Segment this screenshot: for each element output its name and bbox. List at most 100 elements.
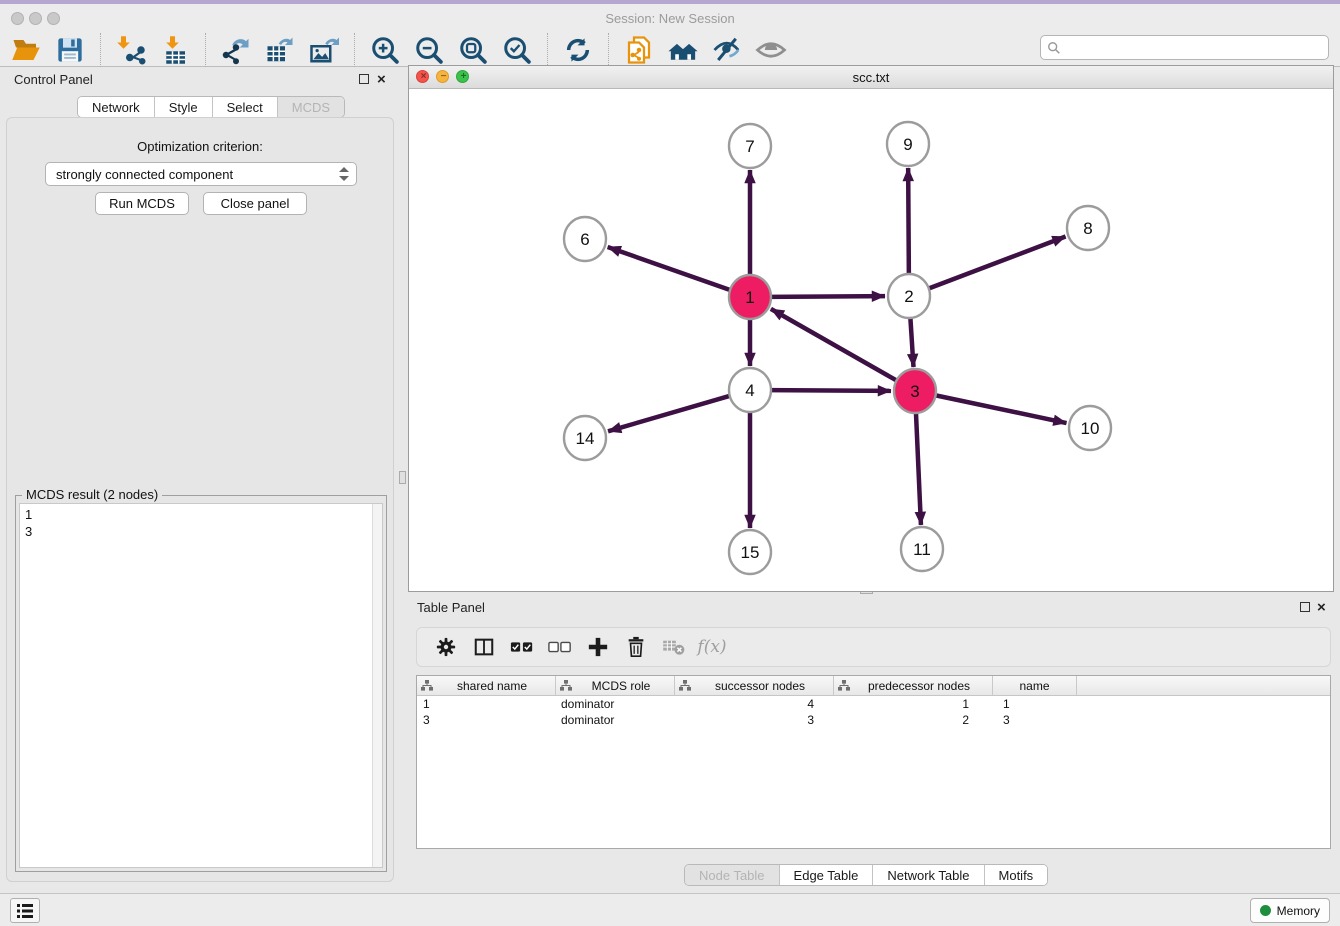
- graph-edge-4-14[interactable]: [608, 396, 731, 432]
- column-header-name[interactable]: name: [993, 676, 1077, 695]
- graph-node-label: 2: [904, 287, 913, 306]
- export-image-icon: [309, 35, 339, 65]
- toolbar-separator: [547, 33, 548, 67]
- graph-node-10[interactable]: 10: [1069, 406, 1111, 450]
- memory-button[interactable]: Memory: [1250, 898, 1330, 923]
- task-history-button[interactable]: [10, 898, 40, 923]
- table-panel-tabs: Node Table Edge Table Network Table Moti…: [684, 864, 1048, 886]
- select-all-checkboxes-button[interactable]: [507, 633, 537, 661]
- eye-icon: [755, 35, 787, 65]
- main-toolbar: [4, 30, 793, 70]
- open-session-button[interactable]: [9, 33, 43, 67]
- import-network-button[interactable]: [114, 33, 148, 67]
- zoom-fit-button[interactable]: [456, 33, 490, 67]
- mcds-result-textarea[interactable]: 1 3: [19, 503, 383, 868]
- toolbar-separator: [100, 33, 101, 67]
- network-window-titlebar[interactable]: × − + scc.txt: [409, 66, 1333, 89]
- table-panel-close-icon[interactable]: ×: [1317, 602, 1326, 614]
- tab-mcds[interactable]: MCDS: [278, 97, 344, 117]
- run-mcds-button[interactable]: Run MCDS: [95, 192, 189, 215]
- export-image-button[interactable]: [307, 33, 341, 67]
- graph-node-label: 15: [741, 543, 760, 562]
- vertical-splitter-handle[interactable]: [399, 471, 406, 484]
- graph-node-1[interactable]: 1: [729, 275, 771, 319]
- table-header-row: shared name MCDS role successor nodes pr…: [417, 676, 1330, 696]
- delete-columns-button[interactable]: [621, 633, 651, 661]
- tab-node-table[interactable]: Node Table: [685, 865, 780, 885]
- graph-edge-3-1[interactable]: [771, 309, 898, 381]
- graph-node-4[interactable]: 4: [729, 368, 771, 412]
- graph-node-2[interactable]: 2: [888, 274, 930, 318]
- graph-edge-1-6[interactable]: [608, 247, 731, 290]
- search-box[interactable]: [1040, 35, 1329, 60]
- tab-style[interactable]: Style: [155, 97, 213, 117]
- graph-edge-1-2[interactable]: [770, 296, 885, 297]
- zoom-in-icon: [370, 35, 400, 65]
- graph-edge-3-11[interactable]: [916, 411, 921, 525]
- zoom-in-button[interactable]: [368, 33, 402, 67]
- export-network-button[interactable]: [219, 33, 253, 67]
- tab-network[interactable]: Network: [78, 97, 155, 117]
- graph-node-label: 6: [580, 230, 589, 249]
- clone-network-button[interactable]: [622, 33, 656, 67]
- graph-node-8[interactable]: 8: [1067, 206, 1109, 250]
- table-row[interactable]: 1 dominator 4 1 1: [417, 696, 1330, 712]
- tab-edge-table[interactable]: Edge Table: [780, 865, 874, 885]
- trash-icon: [626, 636, 646, 658]
- graph-edge-2-8[interactable]: [928, 237, 1066, 289]
- table-panel-float-icon[interactable]: [1300, 602, 1310, 612]
- column-header-shared-name[interactable]: shared name: [417, 676, 556, 695]
- import-table-icon: [160, 35, 190, 65]
- graph-node-label: 1: [745, 288, 754, 307]
- function-builder-button[interactable]: f(x): [697, 633, 727, 661]
- export-table-icon: [265, 35, 295, 65]
- dropdown-stepper-icon: [338, 166, 350, 182]
- deselect-checkboxes-button[interactable]: [545, 633, 575, 661]
- graph-edge-2-9[interactable]: [908, 168, 909, 276]
- zoom-out-button[interactable]: [412, 33, 446, 67]
- tab-network-table[interactable]: Network Table: [873, 865, 984, 885]
- cell-name: 3: [993, 713, 1077, 727]
- tab-motifs[interactable]: Motifs: [985, 865, 1048, 885]
- tab-select[interactable]: Select: [213, 97, 278, 117]
- split-panel-button[interactable]: [469, 633, 499, 661]
- result-line: 3: [25, 523, 32, 540]
- cell-predecessor-nodes: 1: [834, 697, 993, 711]
- column-header-successor-nodes[interactable]: successor nodes: [675, 676, 834, 695]
- graph-node-15[interactable]: 15: [729, 530, 771, 574]
- network-canvas[interactable]: 7 9 6 8 1 2 4 3 14 10 15 11: [409, 89, 1333, 591]
- graph-node-7[interactable]: 7: [729, 124, 771, 168]
- import-table-button[interactable]: [158, 33, 192, 67]
- graph-node-14[interactable]: 14: [564, 416, 606, 460]
- search-input[interactable]: [1065, 40, 1322, 56]
- criterion-dropdown[interactable]: strongly connected component: [45, 162, 357, 186]
- zoom-selected-button[interactable]: [500, 33, 534, 67]
- column-header-predecessor-nodes[interactable]: predecessor nodes: [834, 676, 993, 695]
- graph-node-3[interactable]: 3: [894, 369, 936, 413]
- home-button[interactable]: [666, 33, 700, 67]
- node-table: shared name MCDS role successor nodes pr…: [416, 675, 1331, 849]
- column-header-mcds-role[interactable]: MCDS role: [556, 676, 675, 695]
- close-panel-button[interactable]: Close panel: [203, 192, 307, 215]
- eye-slash-icon: [712, 35, 742, 65]
- table-row[interactable]: 3 dominator 3 2 3: [417, 712, 1330, 728]
- table-toolbar: f(x): [416, 627, 1331, 667]
- refresh-layout-button[interactable]: [561, 33, 595, 67]
- delete-table-button[interactable]: [659, 633, 689, 661]
- graph-node-6[interactable]: 6: [564, 217, 606, 261]
- control-panel-float-icon[interactable]: [359, 74, 369, 84]
- save-session-button[interactable]: [53, 33, 87, 67]
- export-table-button[interactable]: [263, 33, 297, 67]
- result-scrollbar[interactable]: [372, 504, 382, 867]
- graph-node-9[interactable]: 9: [887, 122, 929, 166]
- table-settings-button[interactable]: [431, 633, 461, 661]
- graph-edge-4-3[interactable]: [770, 390, 891, 391]
- toggle-graphics-details-button[interactable]: [710, 33, 744, 67]
- add-column-button[interactable]: [583, 633, 613, 661]
- graph-edge-2-3[interactable]: [910, 316, 913, 367]
- control-panel-close-icon[interactable]: ×: [377, 74, 386, 86]
- graph-node-11[interactable]: 11: [901, 527, 943, 571]
- show-hide-eye-button[interactable]: [754, 33, 788, 67]
- graph-edge-3-10[interactable]: [935, 395, 1067, 423]
- hierarchy-icon: [679, 680, 691, 691]
